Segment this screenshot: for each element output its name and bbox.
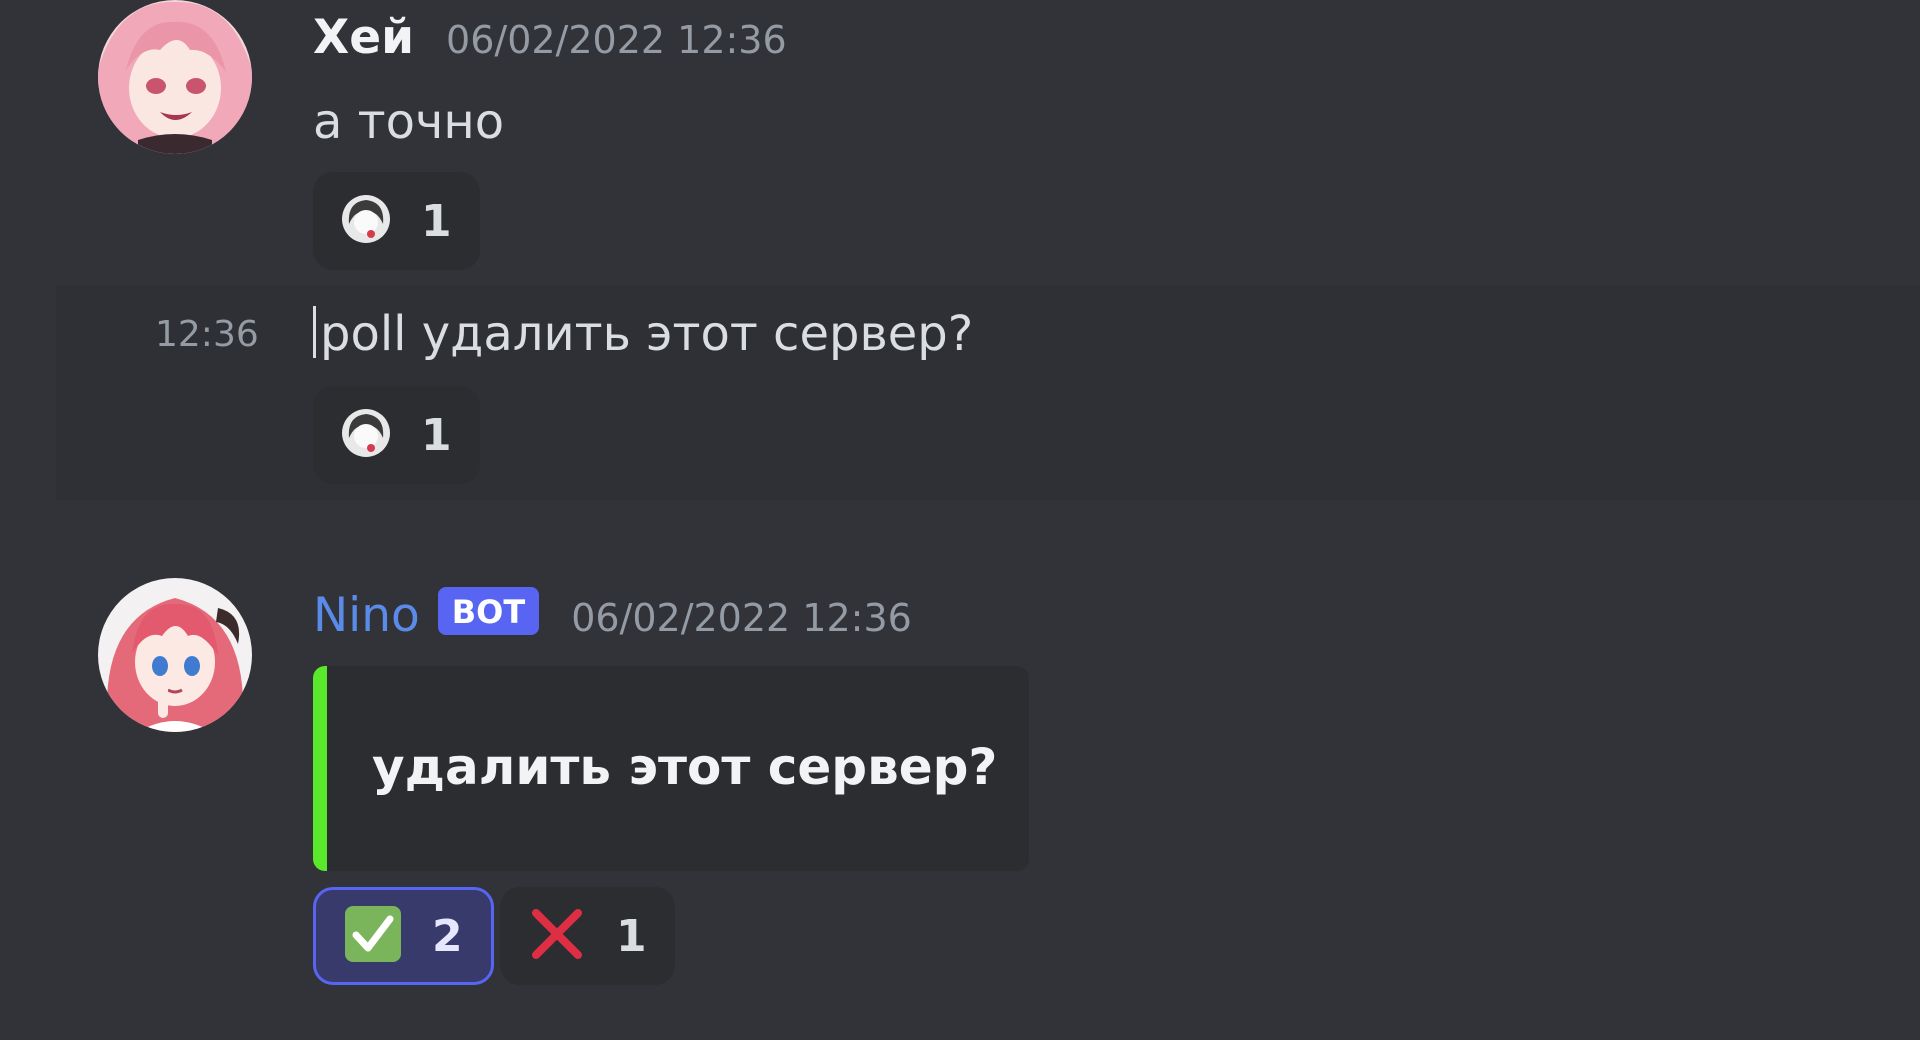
embed-accent-bar	[313, 666, 327, 871]
cross-mark-icon	[528, 905, 586, 967]
avatar[interactable]	[98, 0, 252, 154]
reaction-button[interactable]: 1	[313, 386, 480, 484]
custom-emoji-icon	[341, 194, 391, 248]
reaction-button[interactable]: 1	[313, 172, 480, 270]
bot-tag: BOT	[437, 587, 540, 635]
username[interactable]: Хей	[313, 10, 414, 65]
message-header: Хей 06/02/2022 12:36	[313, 10, 787, 65]
reaction-button-cross[interactable]: 1	[500, 887, 675, 985]
check-mark-icon	[344, 905, 402, 967]
timestamp[interactable]: 06/02/2022 12:36	[571, 596, 912, 640]
message-content: poll удалить этот сервер?	[313, 306, 973, 362]
reaction-count: 1	[616, 910, 647, 962]
text-cursor	[313, 306, 316, 358]
message-text: poll удалить этот сервер?	[320, 306, 974, 362]
avatar[interactable]	[98, 578, 252, 732]
custom-emoji-icon	[341, 408, 391, 462]
poll-embed: удалить этот сервер?	[313, 666, 1029, 871]
inline-timestamp[interactable]: 12:36	[155, 314, 259, 355]
username[interactable]: Nino	[313, 588, 420, 643]
message-header: Nino BOT 06/02/2022 12:36	[313, 587, 912, 643]
reaction-count: 1	[421, 195, 452, 247]
timestamp[interactable]: 06/02/2022 12:36	[446, 18, 787, 62]
reaction-button-check[interactable]: 2	[313, 887, 494, 985]
message-content: а точно	[313, 94, 505, 150]
reaction-count: 1	[421, 409, 452, 461]
reaction-count: 2	[432, 910, 463, 962]
embed-title: удалить этот сервер?	[372, 738, 998, 796]
